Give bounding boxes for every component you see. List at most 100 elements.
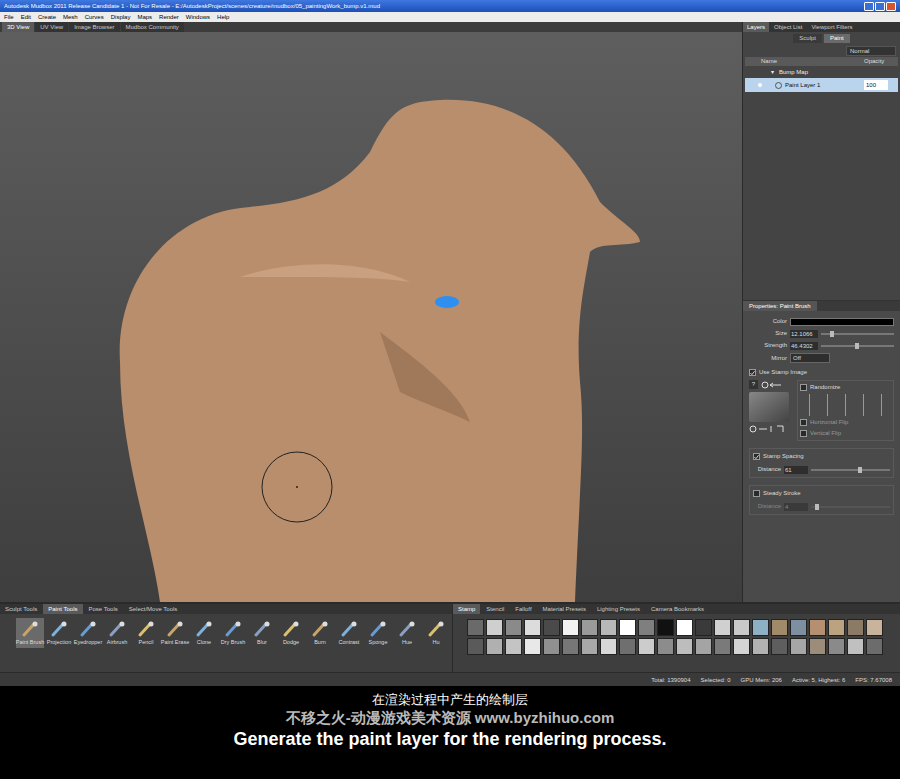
stamp-thumbnail[interactable]	[752, 638, 769, 655]
stamp-thumbnail[interactable]	[733, 619, 750, 636]
stamp-thumbnail[interactable]	[638, 619, 655, 636]
menu-item[interactable]: Windows	[186, 14, 210, 20]
stamp-tab[interactable]: Stamp	[453, 604, 480, 614]
stamp-tab[interactable]: Falloff	[510, 604, 536, 614]
mirror-dropdown[interactable]: Off	[790, 353, 830, 363]
stamp-spacing-checkbox[interactable]	[753, 453, 760, 460]
stamp-thumbnail[interactable]	[486, 638, 503, 655]
tool-button[interactable]: Sponge	[364, 618, 392, 648]
stamp-thumbnail[interactable]	[866, 619, 883, 636]
stamp-thumbnail[interactable]	[809, 638, 826, 655]
tool-button[interactable]: Dodge	[277, 618, 305, 648]
stamp-thumbnail[interactable]	[847, 638, 864, 655]
stamp-thumbnail[interactable]	[733, 638, 750, 655]
menu-item[interactable]: Create	[38, 14, 56, 20]
tool-button[interactable]: Pencil	[132, 618, 160, 648]
stamp-preview[interactable]	[749, 392, 789, 422]
stamp-thumbnail[interactable]	[714, 638, 731, 655]
use-stamp-checkbox[interactable]	[749, 369, 756, 376]
stamp-tab[interactable]: Stencil	[481, 604, 509, 614]
group-expander[interactable]: ▾	[771, 66, 779, 78]
tool-tab[interactable]: Sculpt Tools	[0, 604, 42, 614]
field-input[interactable]: 46.4302	[790, 342, 818, 350]
mode-tab[interactable]: Sculpt	[793, 34, 822, 43]
flip-checkbox[interactable]	[800, 419, 807, 426]
mode-tab[interactable]: Paint	[824, 34, 850, 43]
tool-tab[interactable]: Select/Move Tools	[124, 604, 183, 614]
distance-input[interactable]: 61	[784, 466, 808, 474]
randomize-checkbox[interactable]	[800, 384, 807, 391]
tool-button[interactable]: Airbrush	[103, 618, 131, 648]
slider[interactable]	[811, 504, 890, 510]
stamp-thumbnail[interactable]	[695, 619, 712, 636]
tool-tab[interactable]: Paint Tools	[43, 604, 82, 614]
visibility-icon[interactable]	[758, 83, 762, 87]
stamp-thumbnail[interactable]	[657, 638, 674, 655]
view-tab[interactable]: Image Browser	[69, 22, 119, 32]
slider[interactable]	[811, 467, 890, 473]
stamp-thumbnail[interactable]	[809, 619, 826, 636]
stamp-thumbnail[interactable]	[790, 619, 807, 636]
stamp-tab[interactable]: Material Presets	[538, 604, 591, 614]
stamp-thumbnail[interactable]	[752, 619, 769, 636]
blend-mode-dropdown[interactable]: Normal	[846, 46, 896, 56]
tool-button[interactable]: Projection	[45, 618, 73, 648]
tool-button[interactable]: Hu	[422, 618, 450, 648]
stamp-thumbnail[interactable]	[676, 638, 693, 655]
color-swatch[interactable]	[790, 318, 894, 326]
stamp-thumbnail[interactable]	[771, 619, 788, 636]
help-button[interactable]: ?	[749, 380, 758, 389]
viewport[interactable]	[0, 32, 742, 602]
stamp-thumbnail[interactable]	[676, 619, 693, 636]
stamp-thumbnail[interactable]	[828, 619, 845, 636]
view-tab[interactable]: 3D View	[2, 22, 34, 32]
stamp-thumbnail[interactable]	[600, 619, 617, 636]
panel-tab[interactable]: Viewport Filters	[807, 22, 856, 32]
stamp-thumbnail[interactable]	[695, 638, 712, 655]
stamp-tools-icon[interactable]	[749, 425, 789, 433]
stamp-tab[interactable]: Camera Bookmarks	[646, 604, 709, 614]
tool-button[interactable]: Paint Erase	[161, 618, 189, 648]
tool-tab[interactable]: Pose Tools	[84, 604, 123, 614]
stamp-thumbnail[interactable]	[619, 638, 636, 655]
stamp-thumbnail[interactable]	[562, 638, 579, 655]
stamp-tab[interactable]: Lighting Presets	[592, 604, 645, 614]
menu-item[interactable]: Mesh	[63, 14, 78, 20]
stamp-thumbnail[interactable]	[543, 638, 560, 655]
menu-item[interactable]: Render	[159, 14, 179, 20]
menu-item[interactable]: Edit	[21, 14, 31, 20]
menu-item[interactable]: File	[4, 14, 14, 20]
tool-button[interactable]: Hue	[393, 618, 421, 648]
rotate-icon[interactable]	[761, 381, 783, 389]
stamp-thumbnail[interactable]	[524, 619, 541, 636]
stamp-thumbnail[interactable]	[486, 619, 503, 636]
menu-item[interactable]: Display	[111, 14, 131, 20]
stamp-thumbnail[interactable]	[524, 638, 541, 655]
stamp-thumbnail[interactable]	[771, 638, 788, 655]
stamp-thumbnail[interactable]	[619, 619, 636, 636]
slider[interactable]	[821, 331, 894, 337]
stamp-thumbnail[interactable]	[638, 638, 655, 655]
stamp-thumbnail[interactable]	[847, 619, 864, 636]
layer-row[interactable]: Paint Layer 1100	[745, 78, 898, 92]
stamp-thumbnail[interactable]	[828, 638, 845, 655]
menu-item[interactable]: Curves	[85, 14, 104, 20]
tool-button[interactable]: Contrast	[335, 618, 363, 648]
tool-button[interactable]: Paint Brush	[16, 618, 44, 648]
stamp-thumbnail[interactable]	[562, 619, 579, 636]
tool-button[interactable]: Blur	[248, 618, 276, 648]
stamp-thumbnail[interactable]	[467, 638, 484, 655]
window-control[interactable]	[886, 2, 896, 11]
panel-tab[interactable]: Object List	[770, 22, 806, 32]
window-control[interactable]	[864, 2, 874, 11]
stamp-thumbnail[interactable]	[505, 619, 522, 636]
stamp-thumbnail[interactable]	[600, 638, 617, 655]
stamp-thumbnail[interactable]	[467, 619, 484, 636]
view-tab[interactable]: UV View	[35, 22, 68, 32]
steady-stroke-checkbox[interactable]	[753, 490, 760, 497]
flip-checkbox[interactable]	[800, 430, 807, 437]
window-control[interactable]	[875, 2, 885, 11]
stamp-thumbnail[interactable]	[581, 619, 598, 636]
stamp-thumbnail[interactable]	[657, 619, 674, 636]
stamp-thumbnail[interactable]	[505, 638, 522, 655]
